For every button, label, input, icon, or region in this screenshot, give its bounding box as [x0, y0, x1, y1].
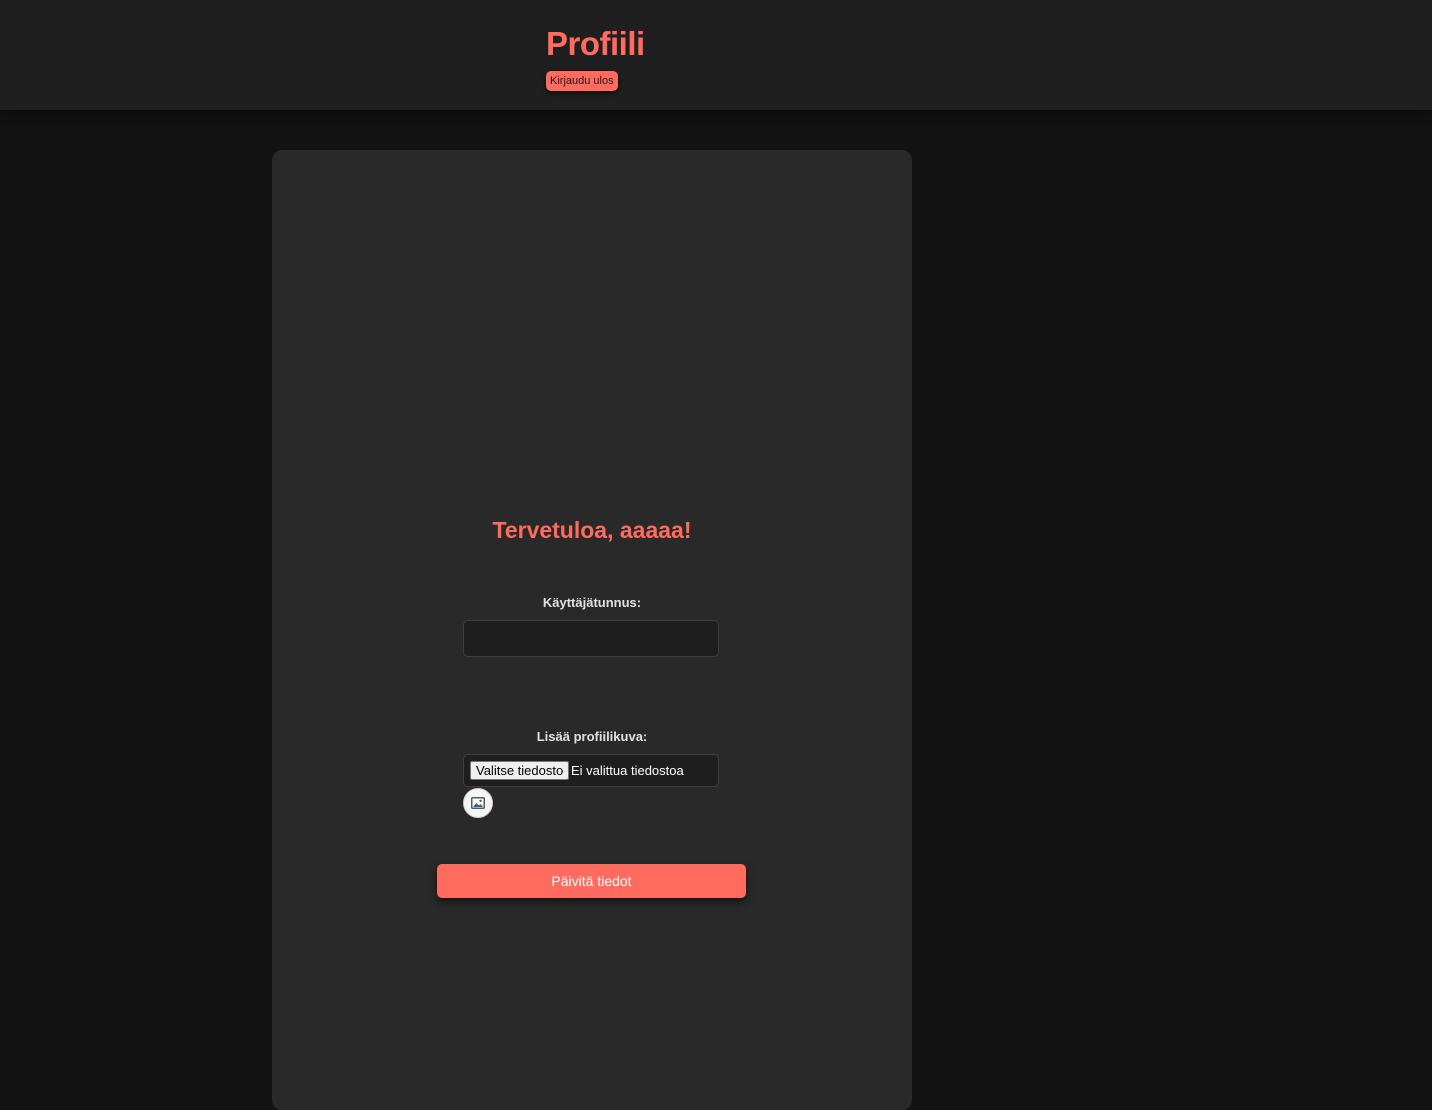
- username-label: Käyttäjätunnus:: [542, 595, 642, 610]
- welcome-heading: Tervetuloa, aaaaa!: [492, 517, 692, 543]
- image-placeholder-icon: [471, 797, 485, 809]
- username-input[interactable]: [463, 620, 719, 657]
- top-header: Profiili Kirjaudu ulos: [0, 0, 1432, 110]
- file-status-text: Ei valittua tiedostoa: [571, 763, 684, 778]
- choose-file-button[interactable]: Valitse tiedosto: [470, 761, 570, 780]
- profile-card: Tervetuloa, aaaaa! Käyttäjätunnus: Lisää…: [272, 150, 912, 1110]
- profile-picture-label: Lisää profiilikuva:: [536, 729, 648, 744]
- page-title: Profiili: [546, 25, 645, 62]
- profile-picture-file-input[interactable]: Valitse tiedosto Ei valittua tiedostoa: [463, 754, 719, 787]
- logout-button[interactable]: Kirjaudu ulos: [546, 71, 618, 91]
- update-profile-button[interactable]: Päivitä tiedot: [437, 864, 746, 898]
- avatar-preview: [463, 788, 493, 818]
